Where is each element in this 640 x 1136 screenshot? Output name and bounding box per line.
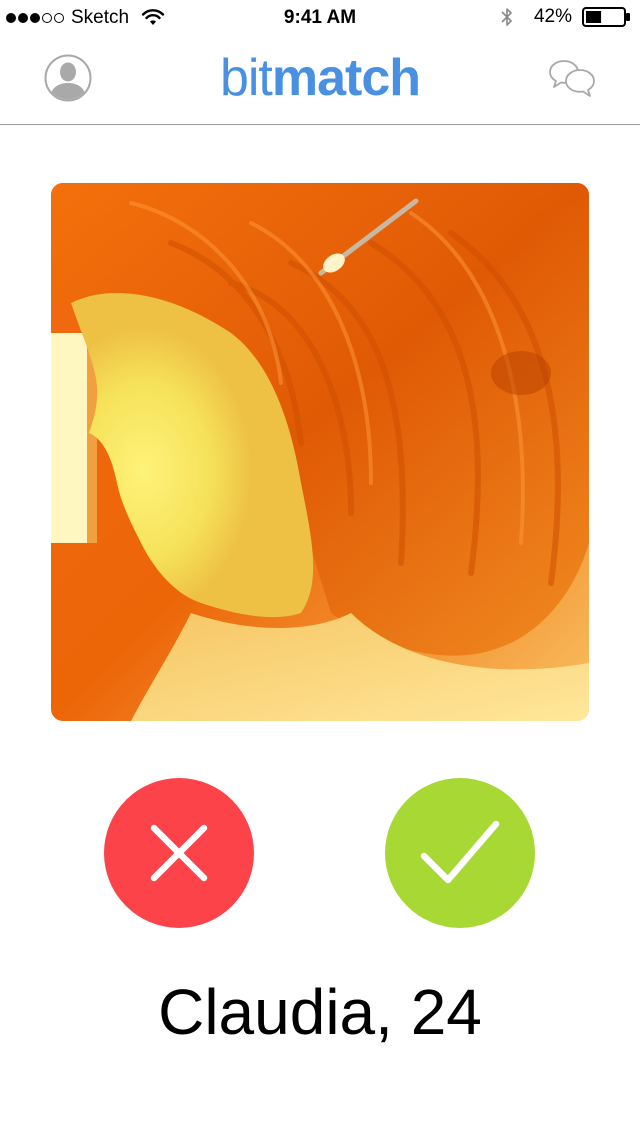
nav-bar: bitmatch	[0, 36, 640, 125]
like-button[interactable]	[385, 778, 535, 928]
dislike-button[interactable]	[104, 778, 254, 928]
bluetooth-icon	[501, 8, 512, 26]
profile-name-age: Claudia, 24	[158, 976, 482, 1048]
status-bar-right: 42%	[500, 6, 632, 28]
status-bar: Sketch 9:41 AM 42%	[0, 0, 640, 36]
app-logo: bitmatch	[0, 48, 640, 108]
chat-icon[interactable]	[548, 58, 596, 98]
close-icon	[150, 824, 208, 882]
logo-light-text: bit	[219, 49, 273, 107]
profile-photo[interactable]	[51, 183, 589, 721]
battery-icon	[582, 7, 630, 27]
logo-bold-text: match	[271, 49, 421, 107]
checkmark-icon	[420, 820, 500, 884]
profile-photo-image	[51, 183, 589, 721]
battery-percent: 42%	[533, 6, 572, 27]
